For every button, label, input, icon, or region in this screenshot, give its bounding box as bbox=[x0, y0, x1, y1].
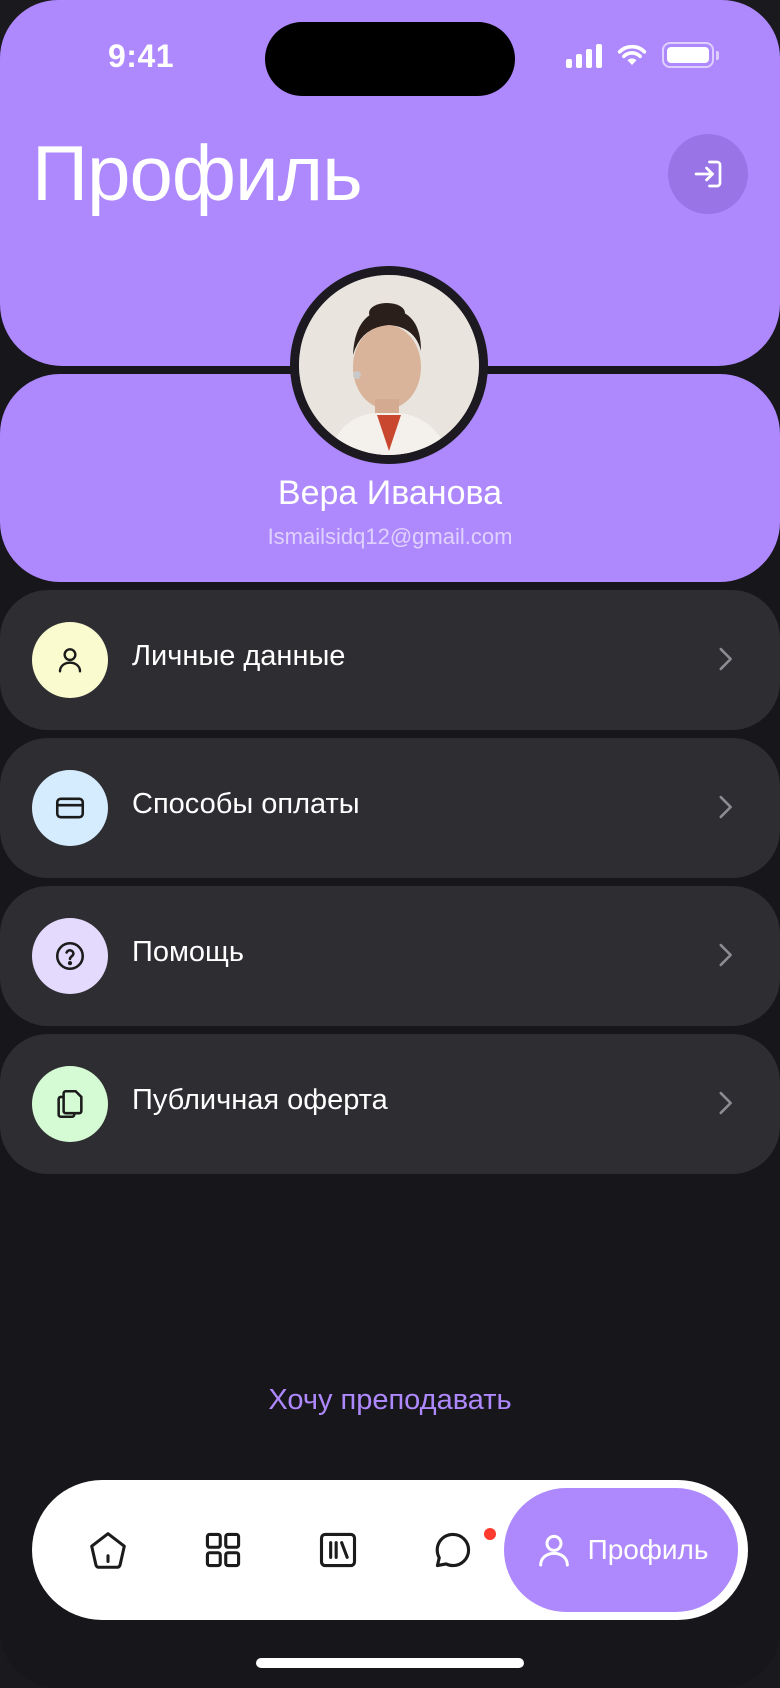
battery-icon bbox=[662, 42, 719, 68]
menu-icon-circle bbox=[32, 918, 108, 994]
menu-item-label: Помощь bbox=[132, 936, 245, 968]
menu-item-label: Личные данные bbox=[132, 640, 346, 672]
home-icon bbox=[90, 1532, 126, 1569]
chat-icon bbox=[435, 1532, 471, 1568]
tab-profile-label: Профиль bbox=[587, 1534, 709, 1565]
wifi-icon bbox=[617, 44, 647, 65]
dynamic-island bbox=[265, 22, 515, 96]
tab-chat[interactable] bbox=[427, 1524, 479, 1576]
menu-item-personal-data[interactable]: Личные данные bbox=[0, 590, 780, 730]
chevron-right-icon bbox=[719, 795, 732, 819]
logout-button[interactable] bbox=[668, 134, 748, 214]
tab-library[interactable] bbox=[312, 1524, 364, 1576]
profile-menu: Личные данные Способы оплаты Помощь Публ… bbox=[0, 590, 780, 1182]
card-icon bbox=[55, 797, 85, 819]
library-icon bbox=[319, 1532, 357, 1568]
chevron-right-icon bbox=[719, 943, 732, 967]
cellular-signal-icon bbox=[566, 42, 602, 68]
user-icon bbox=[58, 648, 82, 673]
bottom-tab-bar: Профиль bbox=[32, 1480, 748, 1620]
menu-item-label: Публичная оферта bbox=[132, 1084, 388, 1116]
status-icons bbox=[566, 42, 719, 68]
help-icon bbox=[55, 941, 85, 971]
menu-item-public-offer[interactable]: Публичная оферта bbox=[0, 1034, 780, 1174]
user-email: Ismailsidq12@gmail.com bbox=[267, 524, 513, 549]
logout-icon bbox=[694, 160, 722, 188]
menu-icon-circle bbox=[32, 1066, 108, 1142]
tab-catalog[interactable] bbox=[197, 1524, 249, 1576]
menu-item-help[interactable]: Помощь bbox=[0, 886, 780, 1026]
page-title: Профиль bbox=[32, 129, 363, 217]
documents-icon bbox=[57, 1089, 83, 1119]
want-to-teach-link[interactable]: Хочу преподавать bbox=[0, 1384, 780, 1417]
status-time: 9:41 bbox=[108, 38, 175, 74]
menu-item-label: Способы оплаты bbox=[132, 788, 360, 820]
menu-icon-circle bbox=[32, 622, 108, 698]
user-name: Вера Иванова bbox=[277, 474, 503, 512]
chevron-right-icon bbox=[719, 1091, 732, 1115]
chat-notification-dot bbox=[484, 1528, 496, 1540]
chevron-right-icon bbox=[719, 647, 732, 671]
avatar[interactable] bbox=[290, 266, 488, 464]
avatar-photo bbox=[299, 275, 479, 455]
catalog-grid-icon bbox=[205, 1532, 241, 1568]
home-indicator bbox=[256, 1658, 524, 1668]
menu-icon-circle bbox=[32, 770, 108, 846]
tab-profile[interactable]: Профиль bbox=[504, 1488, 738, 1612]
tab-home[interactable] bbox=[82, 1524, 134, 1576]
menu-item-payment-methods[interactable]: Способы оплаты bbox=[0, 738, 780, 878]
profile-icon bbox=[538, 1534, 569, 1567]
screen: 9:41 Профиль Вера Иванова Ismailsidq12@g… bbox=[0, 0, 780, 1688]
